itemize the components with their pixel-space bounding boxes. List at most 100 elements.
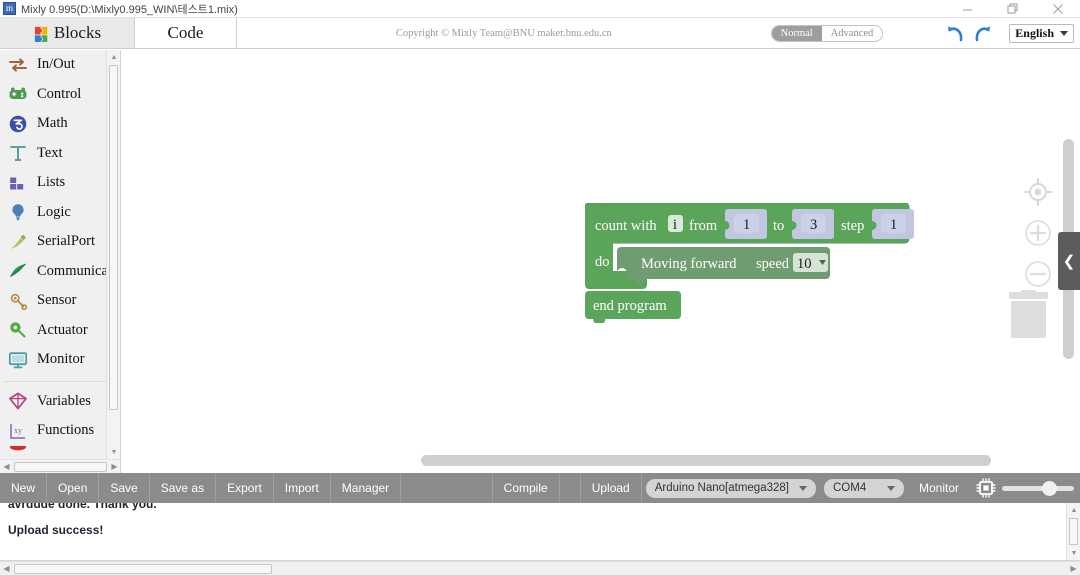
language-value: English: [1015, 25, 1054, 40]
chevron-left-icon: ❮: [1062, 253, 1076, 270]
loop-label-step: step: [841, 218, 864, 234]
action-label: Moving forward: [641, 256, 737, 272]
text-icon: [10, 146, 26, 162]
sidebar-item-label: Monitor: [37, 351, 85, 368]
console-line: avrdude done. Thank you.: [8, 503, 157, 511]
sidebar-item-communicate[interactable]: Communicate: [0, 257, 120, 287]
window-controls: [945, 0, 1080, 18]
functions-icon: xy: [10, 423, 25, 439]
serialport-icon: [11, 234, 26, 249]
sidebar-item-label: Lists: [37, 174, 66, 191]
mode-option-normal[interactable]: Normal: [771, 25, 822, 41]
console-vertical-scrollbar[interactable]: ▲ ▼: [1066, 503, 1080, 560]
loop-label-count-with: count with: [595, 218, 657, 234]
sidebar-item-actuator[interactable]: Actuator: [0, 316, 120, 346]
mode-toggle[interactable]: Normal Advanced: [770, 24, 884, 42]
action-param-value: 10: [797, 256, 812, 272]
board-value: Arduino Nano[atmega328]: [654, 482, 789, 494]
workspace-horizontal-scrollbar[interactable]: [421, 455, 991, 466]
sidebar-item-variables[interactable]: Variables: [0, 387, 120, 417]
sidebar-item-label: Functions: [37, 422, 95, 439]
sidebar-item-sensor[interactable]: Sensor: [0, 286, 120, 316]
scrollbar-thumb[interactable]: [109, 65, 118, 410]
toolbar-slider[interactable]: [1002, 477, 1074, 499]
port-select[interactable]: COM4: [823, 478, 904, 498]
upload-button[interactable]: Upload: [581, 473, 642, 503]
inout-icon: [9, 58, 27, 72]
blockly-workspace[interactable]: count with i from 1 to 3 step 1 do Movin…: [121, 50, 1080, 473]
export-button[interactable]: Export: [216, 473, 274, 503]
copyright-area: Copyright © Mixly Team@BNU maker.bnu.edu…: [237, 18, 771, 48]
zoom-out-icon[interactable]: [1022, 258, 1054, 290]
minimize-button[interactable]: [945, 0, 990, 18]
bulb-icon: [12, 204, 24, 221]
scroll-right-icon[interactable]: ▶: [1067, 564, 1080, 573]
manager-button[interactable]: Manager: [331, 473, 402, 503]
undo-button[interactable]: [943, 20, 969, 46]
tab-blocks[interactable]: Blocks: [0, 18, 135, 48]
restore-button[interactable]: [990, 0, 1035, 18]
tab-code[interactable]: Code: [135, 18, 237, 48]
import-button[interactable]: Import: [274, 473, 331, 503]
sidebar-item-math[interactable]: Math: [0, 109, 120, 139]
sidebar-item-monitor[interactable]: Monitor: [0, 345, 120, 375]
sidebar-item-serialport[interactable]: SerialPort: [0, 227, 120, 257]
sidebar-item-partial[interactable]: [0, 445, 120, 460]
scroll-down-icon[interactable]: ▼: [107, 445, 120, 459]
sidebar-item-control[interactable]: Control: [0, 80, 120, 110]
zoom-in-icon[interactable]: [1022, 217, 1054, 249]
sidebar-item-logic[interactable]: Logic: [0, 198, 120, 228]
scroll-left-icon[interactable]: ◀: [0, 564, 13, 573]
scroll-right-icon[interactable]: ▶: [108, 462, 120, 471]
new-button[interactable]: New: [0, 473, 48, 503]
redo-button[interactable]: [969, 20, 995, 46]
puzzle-icon: [34, 26, 48, 42]
main-area: In/Out Control Math Text Lists Logic Ser…: [0, 50, 1080, 473]
board-select[interactable]: Arduino Nano[atmega328]: [645, 478, 816, 498]
scrollbar-thumb[interactable]: [14, 461, 107, 472]
save-as-button[interactable]: Save as: [150, 473, 217, 503]
sidebar-item-text[interactable]: Text: [0, 139, 120, 169]
scroll-left-icon[interactable]: ◀: [0, 462, 13, 471]
scroll-down-icon[interactable]: ▼: [1067, 546, 1080, 560]
compile-button[interactable]: Compile: [493, 473, 560, 503]
console-horizontal-scrollbar[interactable]: ◀ ▶: [0, 561, 1080, 575]
variables-icon: [9, 392, 27, 410]
sidebar-horizontal-scrollbar[interactable]: ◀ ▶: [0, 459, 120, 473]
lists-icon: [10, 177, 24, 190]
console-line: Upload success!: [8, 523, 104, 537]
scroll-up-icon[interactable]: ▲: [1067, 503, 1080, 517]
loop-to-value: 3: [810, 217, 817, 233]
app-icon: [3, 2, 16, 15]
slider-track: [1002, 486, 1074, 491]
port-value: COM4: [832, 482, 867, 494]
sidebar-item-lists[interactable]: Lists: [0, 168, 120, 198]
monitor-button[interactable]: Monitor: [908, 473, 970, 503]
end-program-label: end program: [593, 298, 667, 314]
mode-option-advanced[interactable]: Advanced: [821, 25, 883, 41]
sensor-icon: [10, 293, 28, 310]
language-select[interactable]: English: [1009, 23, 1074, 43]
slider-knob[interactable]: [1041, 481, 1057, 496]
open-button[interactable]: Open: [47, 473, 100, 503]
target-center-icon[interactable]: [1022, 176, 1054, 208]
close-button[interactable]: [1035, 0, 1080, 18]
bottom-toolbar: New Open Save Save as Export Import Mana…: [0, 473, 1080, 503]
scrollbar-thumb[interactable]: [14, 563, 272, 574]
sidebar-item-functions[interactable]: xy Functions: [0, 416, 120, 446]
block-stack[interactable]: count with i from 1 to 3 step 1 do Movin…: [585, 203, 945, 323]
save-button[interactable]: Save: [99, 473, 150, 503]
panel-collapse-handle[interactable]: ❮: [1058, 232, 1080, 290]
end-program-block[interactable]: end program: [585, 291, 681, 323]
scroll-up-icon[interactable]: ▲: [107, 50, 120, 64]
loop-step-value: 1: [890, 217, 897, 233]
trash-icon[interactable]: [1001, 290, 1056, 338]
sidebar-vertical-scrollbar[interactable]: ▲ ▼: [106, 50, 120, 459]
redo-icon: [975, 26, 991, 42]
scrollbar-thumb[interactable]: [1069, 518, 1078, 545]
console-output[interactable]: avrdude done. Thank you. Upload success!…: [0, 503, 1080, 561]
chip-icon[interactable]: [975, 477, 997, 499]
sidebar-item-inout[interactable]: In/Out: [0, 50, 120, 80]
window-titlebar: Mixly 0.995(D:\Mixly0.995_WIN\테스트1.mix): [0, 0, 1080, 18]
action-block[interactable]: Moving forward speed 10: [617, 247, 830, 285]
